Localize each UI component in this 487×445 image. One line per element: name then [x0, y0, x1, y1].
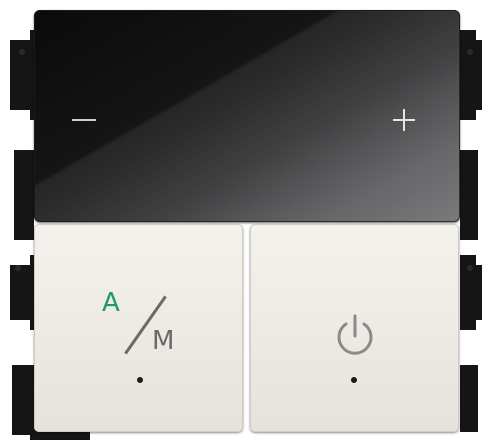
auto-letter: A [102, 288, 120, 318]
status-led-dot [137, 377, 143, 383]
manual-letter: M [152, 326, 175, 356]
decrease-touch-key[interactable] [54, 95, 114, 145]
auto-manual-label: A M [96, 284, 196, 374]
minus-icon [72, 119, 96, 121]
plus-icon [393, 109, 415, 131]
auto-manual-button[interactable]: A M [34, 224, 243, 432]
glass-touch-display [34, 10, 460, 222]
increase-touch-key[interactable] [374, 95, 434, 145]
status-led-dot [351, 377, 357, 383]
power-icon [337, 314, 373, 355]
power-button[interactable] [250, 224, 459, 432]
